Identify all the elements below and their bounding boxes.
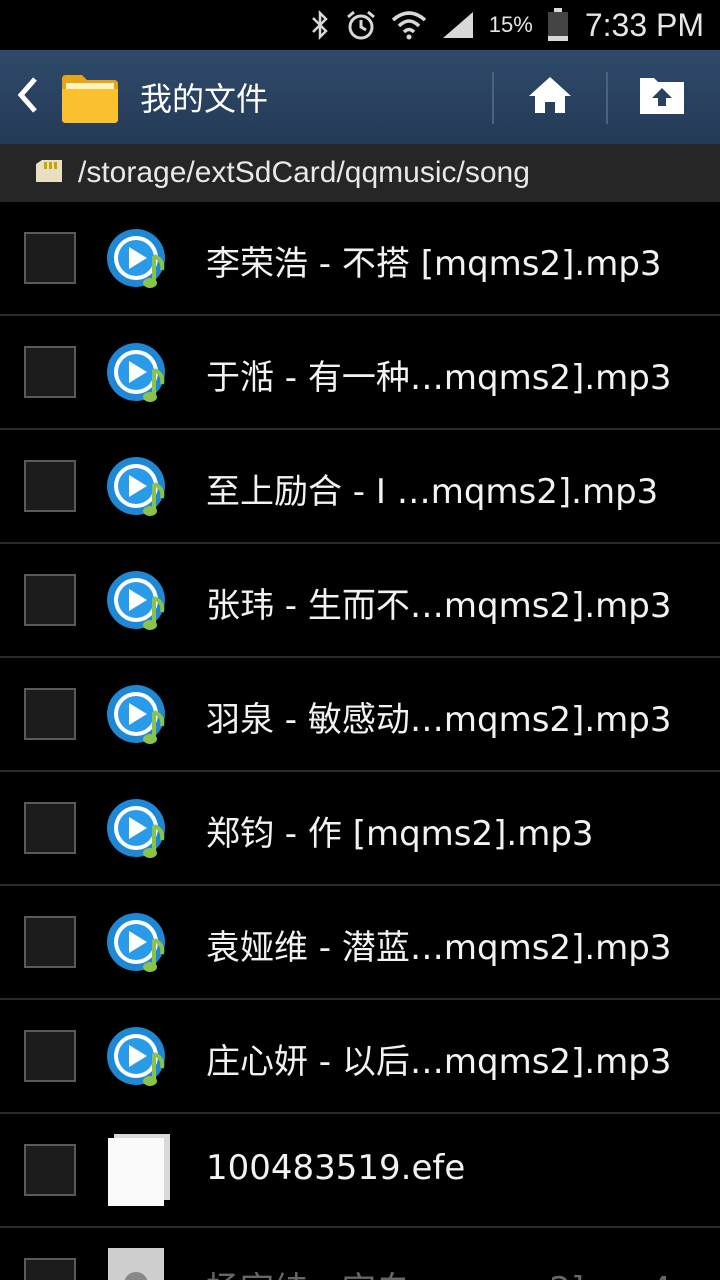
wifi-icon (391, 10, 427, 40)
list-item[interactable]: 郑钧 - 作 [mqms2].mp3 (0, 772, 720, 886)
list-item[interactable]: 羽泉 - 敏感动…mqms2].mp3 (0, 658, 720, 772)
music-file-icon (106, 454, 172, 520)
back-button[interactable] (0, 50, 56, 144)
divider (492, 72, 494, 124)
music-file-icon (106, 1024, 172, 1090)
file-name: 郑钧 - 作 [mqms2].mp3 (206, 814, 594, 854)
folder-up-icon (638, 74, 686, 120)
clock: 7:33 PM (584, 6, 704, 43)
music-file-icon (106, 226, 172, 292)
select-checkbox[interactable] (24, 1144, 76, 1196)
list-item[interactable]: 张玮 - 生而不…mqms2].mp3 (0, 544, 720, 658)
list-item[interactable]: 于湉 - 有一种…mqms2].mp3 (0, 316, 720, 430)
select-checkbox[interactable] (24, 802, 76, 854)
select-checkbox[interactable] (24, 688, 76, 740)
divider (606, 72, 608, 124)
file-name: 至上励合 - I …mqms2].mp3 (206, 472, 659, 512)
list-item[interactable]: 庄心妍 - 以后…mqms2].mp3 (0, 1000, 720, 1114)
battery-percent: 15% (488, 12, 533, 37)
file-name: 庄心妍 - 以后…mqms2].mp3 (206, 1042, 672, 1082)
music-file-icon (106, 568, 172, 634)
file-name: 羽泉 - 敏感动…mqms2].mp3 (206, 700, 672, 740)
select-checkbox[interactable] (24, 574, 76, 626)
file-name: 李荣浩 - 不搭 [mqms2].mp3 (206, 244, 662, 284)
music-file-icon (106, 340, 172, 406)
page-title: 我的文件 (140, 80, 269, 118)
signal-icon (441, 10, 475, 40)
file-name: 100483519.efe (206, 1148, 466, 1188)
select-checkbox[interactable] (24, 916, 76, 968)
file-name: 杨宗纬 - 空白…mqms2].mp4 (206, 1262, 671, 1280)
select-checkbox[interactable] (24, 346, 76, 398)
folder-icon (60, 67, 120, 127)
action-bar: 我的文件 (0, 50, 720, 144)
alarm-icon (345, 9, 377, 41)
music-file-icon (106, 910, 172, 976)
select-checkbox[interactable] (24, 1258, 76, 1280)
music-file-icon (106, 682, 172, 748)
file-name: 袁娅维 - 潜蓝…mqms2].mp3 (206, 928, 672, 968)
select-checkbox[interactable] (24, 1030, 76, 1082)
list-item[interactable]: 李荣浩 - 不搭 [mqms2].mp3 (0, 202, 720, 316)
file-name: 于湉 - 有一种…mqms2].mp3 (206, 358, 672, 398)
sd-card-icon (34, 158, 64, 188)
file-name: 张玮 - 生而不…mqms2].mp3 (206, 586, 672, 626)
select-checkbox[interactable] (24, 232, 76, 284)
list-item[interactable]: 至上励合 - I …mqms2].mp3 (0, 430, 720, 544)
music-file-icon (106, 796, 172, 862)
home-button[interactable] (500, 50, 600, 144)
list-item[interactable]: 100483519.efe (0, 1114, 720, 1228)
current-path: /storage/extSdCard/qqmusic/song (78, 156, 530, 189)
list-item[interactable]: 杨宗纬 - 空白…mqms2].mp4 (0, 1228, 720, 1280)
file-list: 李荣浩 - 不搭 [mqms2].mp3 于湉 - 有一种…mqms2].mp3… (0, 202, 720, 1280)
battery-icon (547, 8, 569, 42)
bluetooth-icon (309, 10, 331, 40)
video-file-icon (108, 1248, 170, 1280)
back-arrow-icon (15, 75, 41, 119)
folder-up-button[interactable] (612, 50, 712, 144)
path-bar: /storage/extSdCard/qqmusic/song (0, 144, 720, 202)
list-item[interactable]: 袁娅维 - 潜蓝…mqms2].mp3 (0, 886, 720, 1000)
home-icon (527, 75, 573, 119)
status-bar: 15% 7:33 PM (0, 0, 720, 50)
select-checkbox[interactable] (24, 460, 76, 512)
document-file-icon (108, 1134, 170, 1206)
